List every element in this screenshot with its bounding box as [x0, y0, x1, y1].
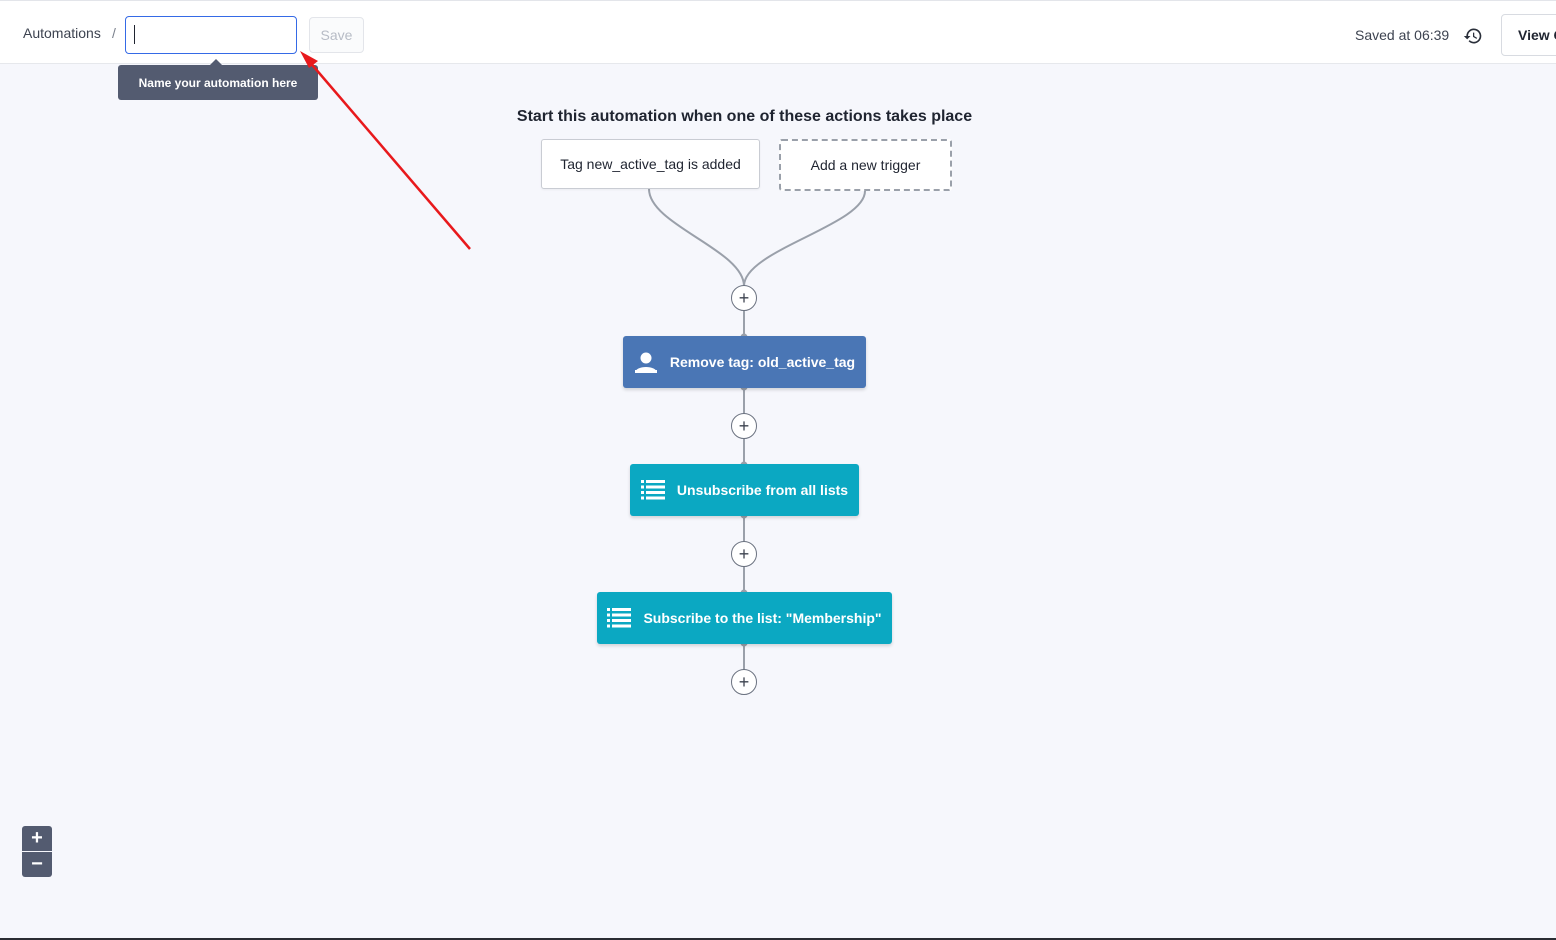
- text-caret: [134, 25, 135, 44]
- add-trigger-button[interactable]: Add a new trigger: [779, 139, 952, 191]
- view-button[interactable]: View C: [1501, 14, 1556, 56]
- action-label: Subscribe to the list: "Membership": [643, 610, 882, 626]
- action-label: Unsubscribe from all lists: [676, 482, 849, 498]
- list-icon: [607, 608, 632, 628]
- top-bar: Automations / Save Saved at 06:39 View C: [0, 0, 1556, 64]
- save-button[interactable]: Save: [309, 17, 364, 53]
- zoom-in-button[interactable]: +: [22, 826, 52, 851]
- zoom-out-button[interactable]: −: [22, 852, 52, 877]
- list-icon: [640, 480, 665, 500]
- breadcrumb-automations-link[interactable]: Automations: [23, 25, 101, 41]
- action-subscribe-membership[interactable]: Subscribe to the list: "Membership": [597, 592, 892, 644]
- trigger-heading: Start this automation when one of these …: [516, 108, 973, 125]
- add-step-button[interactable]: +: [731, 669, 757, 695]
- action-remove-tag[interactable]: Remove tag: old_active_tag: [623, 336, 866, 388]
- person-icon: [634, 351, 658, 373]
- saved-status: Saved at 06:39: [1355, 27, 1450, 43]
- history-icon[interactable]: [1463, 26, 1483, 46]
- automation-name-input[interactable]: [125, 16, 297, 54]
- add-step-button[interactable]: +: [731, 285, 757, 311]
- breadcrumb-separator: /: [112, 25, 116, 41]
- trigger-tag-added[interactable]: Tag new_active_tag is added: [541, 139, 760, 189]
- action-label: Remove tag: old_active_tag: [669, 354, 856, 370]
- add-step-button[interactable]: +: [731, 541, 757, 567]
- name-tooltip: Name your automation here: [118, 65, 318, 100]
- action-unsubscribe-all[interactable]: Unsubscribe from all lists: [630, 464, 859, 516]
- add-step-button[interactable]: +: [731, 413, 757, 439]
